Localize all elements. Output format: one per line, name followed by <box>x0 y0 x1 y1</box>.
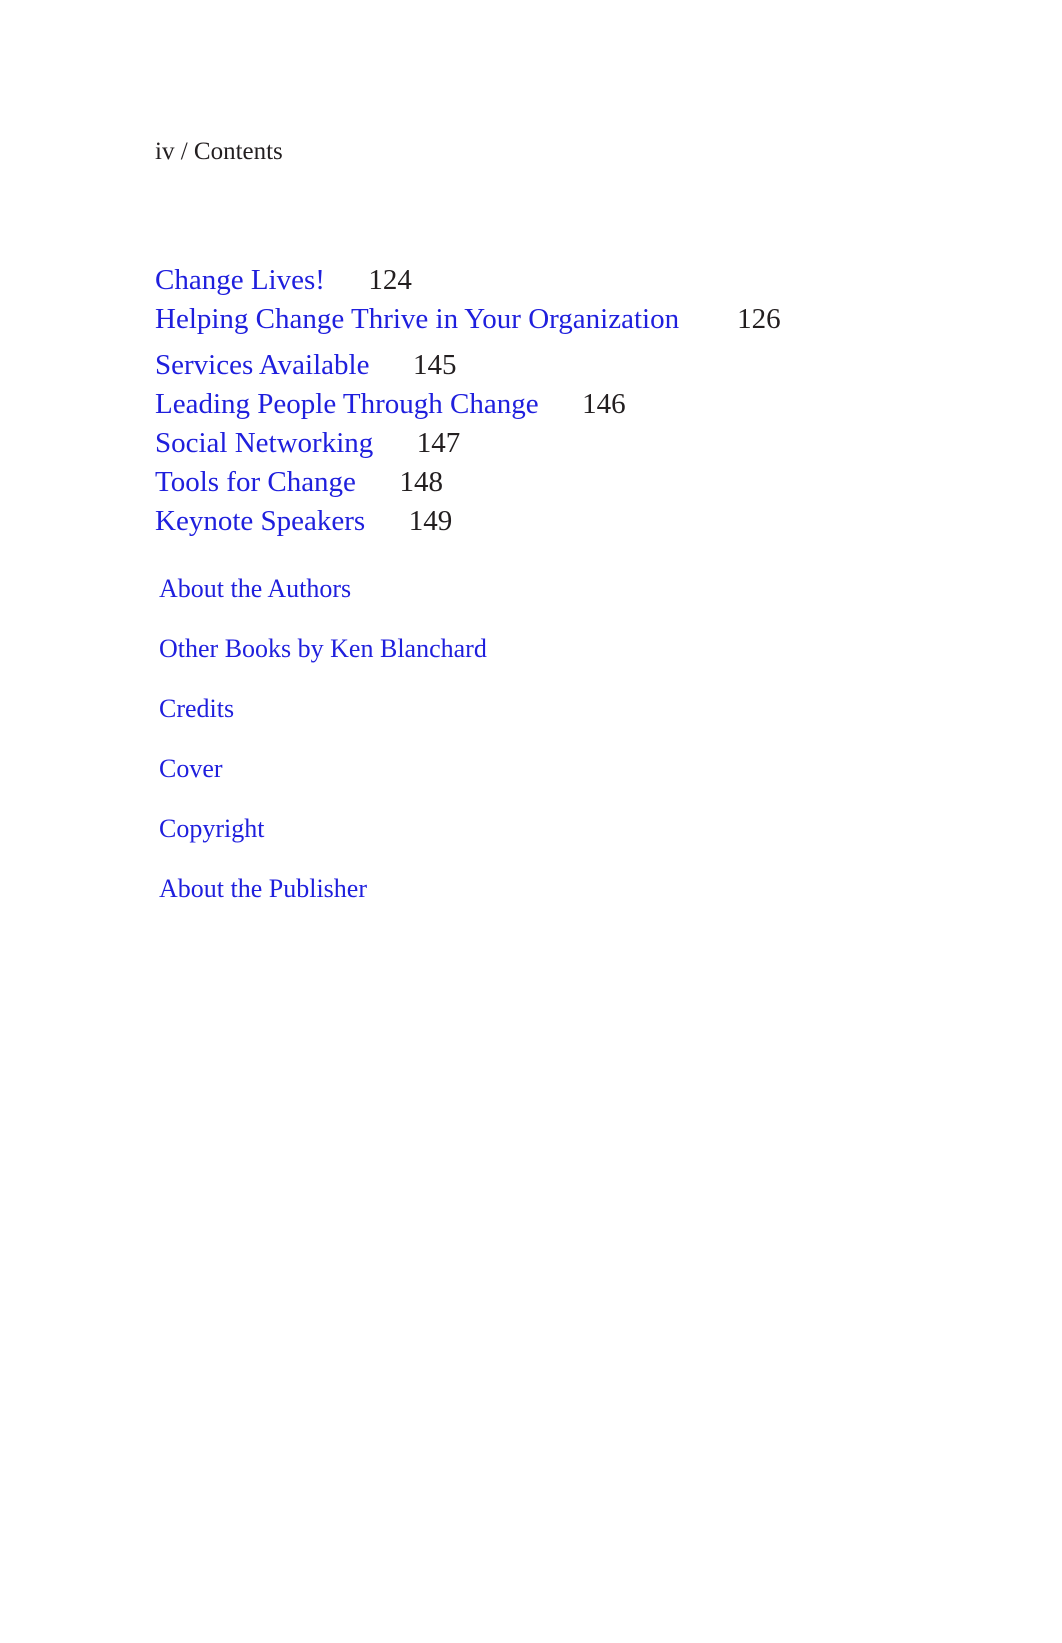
toc-entry-page-number: 124 <box>368 264 412 296</box>
toc-entry[interactable]: Keynote Speakers 149 <box>155 502 1015 541</box>
toc-entry[interactable]: Tools for Change 148 <box>155 463 1015 502</box>
toc-entry-list: Change Lives! 124 Helping Change Thrive i… <box>155 261 1015 541</box>
toc-entry[interactable]: Helping Change Thrive in Your Organizati… <box>155 300 1015 339</box>
toc-entry-page-number: 126 <box>737 303 781 335</box>
toc-entry-title[interactable]: Leading People Through Change <box>155 388 539 420</box>
toc-entry-title[interactable]: Change Lives! <box>155 264 325 296</box>
toc-entry-title[interactable]: Social Networking <box>155 427 373 459</box>
toc-entry[interactable]: Social Networking 147 <box>155 424 1015 463</box>
toc-entry[interactable]: Change Lives! 124 <box>155 261 1015 300</box>
toc-entry-page-number: 148 <box>399 466 443 498</box>
toc-entry-gap <box>369 349 413 381</box>
backmatter-link[interactable]: Cover <box>159 739 1019 799</box>
backmatter-link-list: About the Authors Other Books by Ken Blan… <box>159 559 1019 919</box>
toc-entry-page-number: 146 <box>582 388 626 420</box>
backmatter-link[interactable]: Other Books by Ken Blanchard <box>159 619 1019 679</box>
document-page: iv / Contents Change Lives! 124 Helping C… <box>0 0 1062 1643</box>
toc-entry-page-number: 149 <box>408 505 453 537</box>
toc-entry-title[interactable]: Helping Change Thrive in Your Organizati… <box>155 303 679 335</box>
toc-entry-gap <box>365 505 409 537</box>
running-head: iv / Contents <box>155 138 283 165</box>
toc-entry[interactable]: Services Available 145 <box>155 346 1015 385</box>
toc-entry-gap <box>356 466 400 498</box>
backmatter-link[interactable]: Copyright <box>159 799 1019 859</box>
toc-entry-title[interactable]: Keynote Speakers <box>155 505 365 537</box>
toc-entry-gap <box>373 427 417 459</box>
toc-entry-gap <box>325 264 369 296</box>
toc-entry-page-number: 147 <box>416 427 461 459</box>
toc-entry-gap <box>679 303 737 335</box>
toc-entry-page-number: 145 <box>412 349 457 381</box>
backmatter-link[interactable]: About the Authors <box>159 559 1019 619</box>
backmatter-link[interactable]: About the Publisher <box>159 859 1019 919</box>
backmatter-link[interactable]: Credits <box>159 679 1019 739</box>
toc-entry-gap <box>539 388 583 420</box>
toc-entry[interactable]: Leading People Through Change 146 <box>155 385 1015 424</box>
toc-entry-title[interactable]: Tools for Change <box>155 466 356 498</box>
toc-entry-title[interactable]: Services Available <box>155 349 369 381</box>
